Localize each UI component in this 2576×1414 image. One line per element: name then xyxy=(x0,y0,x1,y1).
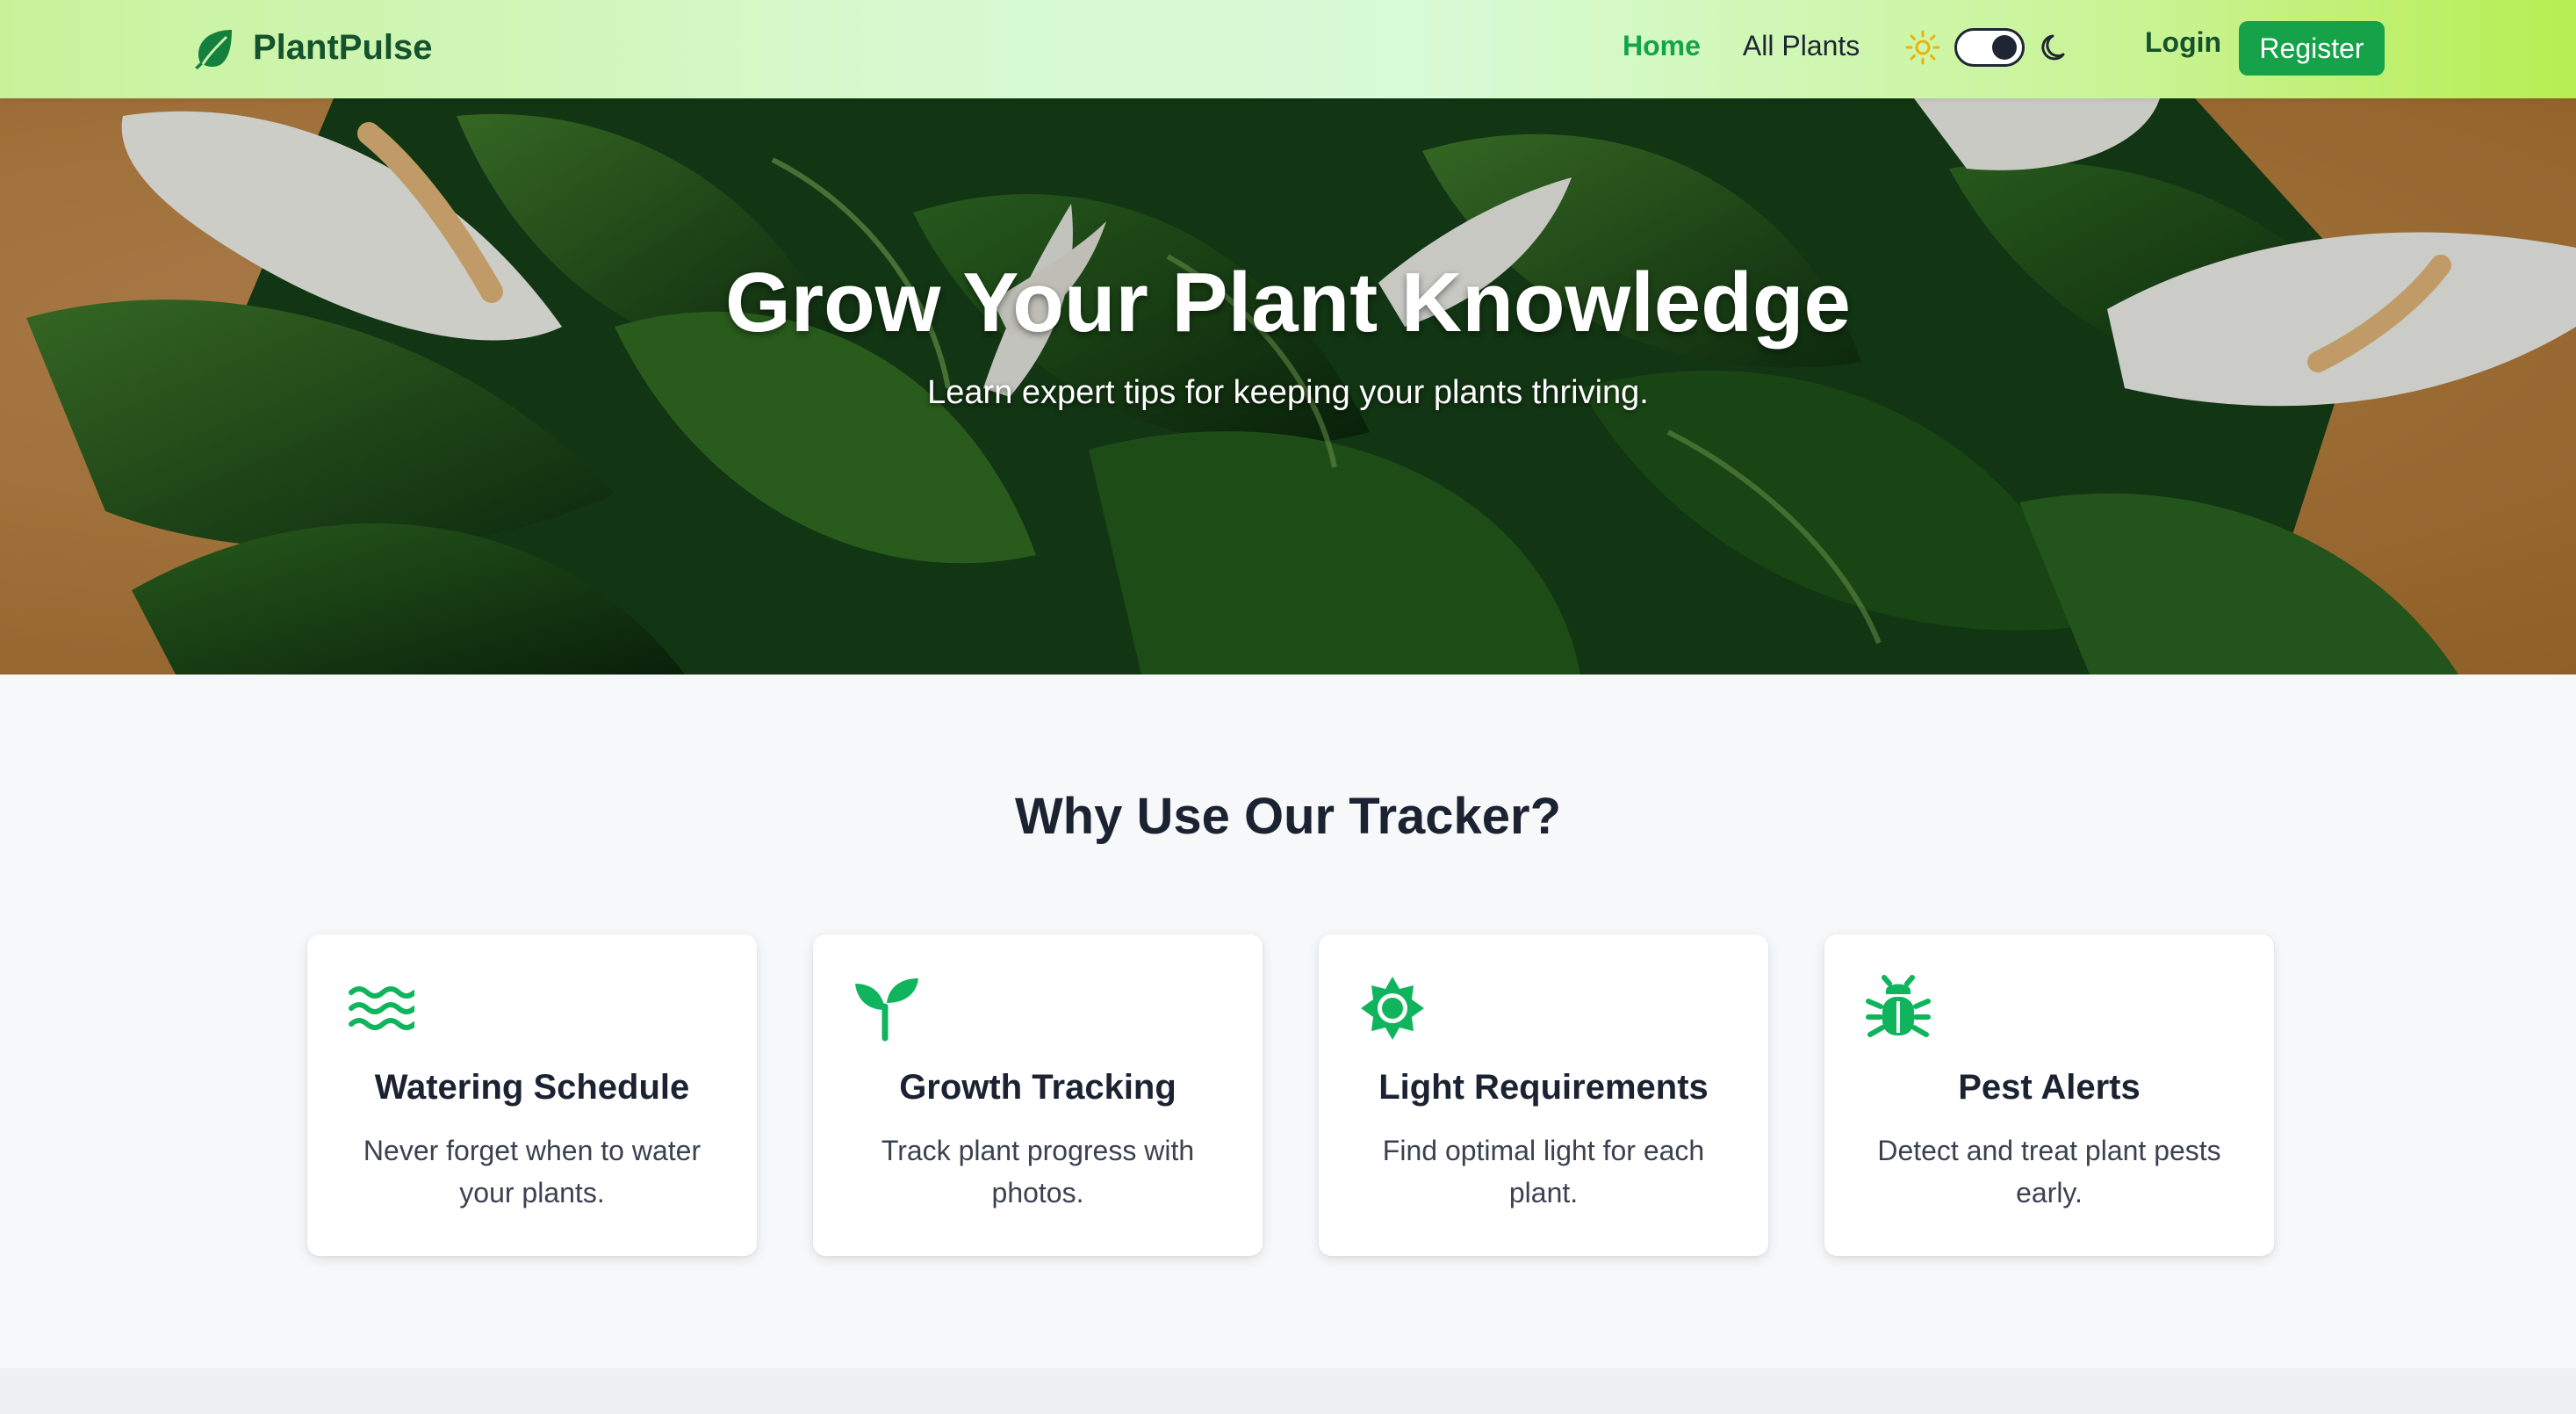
navbar: PlantPulse Home All Plants Login Registe… xyxy=(0,0,2576,98)
theme-toggle[interactable] xyxy=(1954,28,2025,67)
nav-links: Home All Plants xyxy=(1623,30,1860,62)
leaf-icon xyxy=(195,30,232,69)
water-waves-icon xyxy=(349,986,414,1030)
feature-title: Growth Tracking xyxy=(899,1068,1176,1107)
register-button[interactable]: Register xyxy=(2239,21,2385,76)
hero-banner: Grow Your Plant Knowledge Learn expert t… xyxy=(0,98,2576,675)
moon-icon xyxy=(2041,34,2065,61)
nav-home-link[interactable]: Home xyxy=(1623,30,1701,62)
feature-card-growth: Growth Tracking Track plant progress wit… xyxy=(813,934,1263,1256)
hero-subtitle: Learn expert tips for keeping your plant… xyxy=(927,374,1649,411)
bug-icon xyxy=(1866,975,1931,1037)
feature-title: Watering Schedule xyxy=(374,1068,690,1107)
seedling-icon xyxy=(855,978,918,1042)
feature-card-watering: Watering Schedule Never forget when to w… xyxy=(307,934,757,1256)
footer-band xyxy=(0,1368,2576,1414)
feature-card-light: Light Requirements Find optimal light fo… xyxy=(1319,934,1768,1256)
sun-icon xyxy=(1361,977,1424,1040)
login-link[interactable]: Login xyxy=(2145,26,2221,59)
toggle-knob xyxy=(1992,35,2017,60)
feature-description: Track plant progress with photos. xyxy=(881,1135,1195,1208)
feature-title: Pest Alerts xyxy=(1958,1068,2141,1107)
brand-name: PlantPulse xyxy=(253,27,433,67)
feature-description: Find optimal light for each plant. xyxy=(1382,1135,1705,1208)
theme-switcher xyxy=(1903,28,2076,67)
sun-icon xyxy=(1905,30,1940,65)
nav-all-plants-link[interactable]: All Plants xyxy=(1743,30,1860,62)
feature-title: Light Requirements xyxy=(1378,1068,1709,1107)
hero-title: Grow Your Plant Knowledge xyxy=(725,256,1851,350)
feature-description: Detect and treat plant pests early. xyxy=(1877,1135,2221,1208)
brand-logo[interactable]: PlantPulse xyxy=(191,25,433,70)
feature-description: Never forget when to water your plants. xyxy=(363,1135,702,1208)
features-heading: Why Use Our Tracker? xyxy=(1014,788,1562,845)
feature-card-pests: Pest Alerts Detect and treat plant pests… xyxy=(1824,934,2274,1256)
